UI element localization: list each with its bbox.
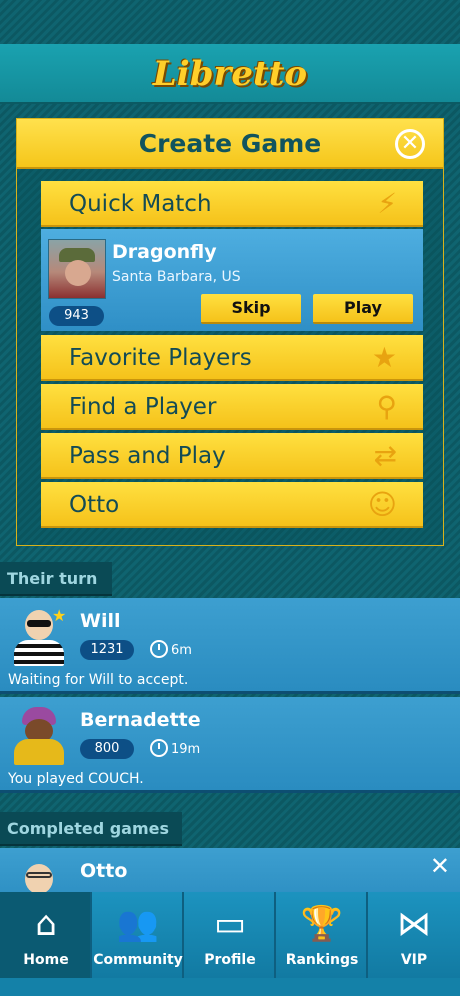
tab-label: Home	[23, 952, 69, 968]
play-button[interactable]: Play	[313, 294, 413, 324]
favorite-players-label: Favorite Players	[69, 345, 252, 371]
house-icon: ⌂	[35, 904, 57, 944]
clock-icon	[150, 640, 168, 658]
bowtie-icon: ⋈	[397, 904, 431, 944]
game-row-will[interactable]: ★ Will 1231 6m Waiting for Will to accep…	[0, 598, 460, 694]
avatar	[12, 707, 66, 765]
tab-vip[interactable]: ⋈ VIP	[368, 892, 460, 978]
close-icon[interactable]: ✕	[395, 129, 425, 159]
avatar-body	[14, 640, 64, 666]
favorite-players-option[interactable]: Favorite Players ★	[41, 335, 423, 381]
dismiss-icon[interactable]: ✕	[430, 852, 450, 880]
magnifier-icon: ⚲	[376, 390, 397, 423]
pass-and-play-label: Pass and Play	[69, 443, 226, 469]
opponent-location: Santa Barbara, US	[112, 269, 241, 285]
face-shape	[65, 260, 91, 286]
otto-option[interactable]: Otto ☺	[41, 482, 423, 528]
mask-icon	[27, 620, 51, 627]
opponent-rating-badge: 943	[49, 306, 104, 326]
tab-label: VIP	[400, 952, 428, 968]
game-status: You played COUCH.	[8, 771, 144, 787]
people-icon: 👥	[116, 904, 160, 944]
bottom-tab-bar: ⌂ Home 👥 Community ▭ Profile 🏆 Rankings …	[0, 892, 460, 996]
game-status: Waiting for Will to accept.	[8, 672, 189, 688]
tab-rankings[interactable]: 🏆 Rankings	[276, 892, 368, 978]
avatar-head	[25, 864, 53, 894]
tab-community[interactable]: 👥 Community	[92, 892, 184, 978]
glasses-icon	[26, 872, 52, 878]
quick-match-option[interactable]: Quick Match ⚡	[41, 181, 423, 227]
app-logo: Libretto	[152, 54, 308, 94]
player-rating-badge: 1231	[80, 640, 134, 660]
find-player-label: Find a Player	[69, 394, 217, 420]
completed-games-heading: Completed games	[0, 812, 182, 846]
otto-label: Otto	[69, 492, 120, 518]
game-row-bernadette[interactable]: Bernadette 800 19m You played COUCH.	[0, 697, 460, 793]
star-icon: ★	[371, 341, 397, 374]
clock-icon	[150, 739, 168, 757]
opponent-name: Dragonfly	[112, 241, 217, 263]
avatar-body	[14, 739, 64, 765]
player-rating-badge: 800	[80, 739, 134, 759]
create-game-panel: Create Game ✕ Quick Match ⚡ Dragonfly Sa…	[16, 118, 444, 546]
create-game-header: Create Game ✕	[17, 119, 443, 169]
skip-button[interactable]: Skip	[201, 294, 301, 324]
tab-home[interactable]: ⌂ Home	[0, 892, 92, 978]
avatar	[48, 239, 106, 299]
elapsed-time: 6m	[171, 643, 192, 658]
trophy-icon: 🏆	[300, 904, 344, 944]
tab-label: Community	[93, 952, 183, 968]
their-turn-heading: Their turn	[0, 562, 112, 596]
status-bar-area	[0, 0, 460, 44]
player-name: Otto	[80, 860, 128, 882]
app-header: Libretto	[0, 44, 460, 104]
quick-match-card: Dragonfly Santa Barbara, US 943 Skip Pla…	[41, 229, 423, 331]
robot-person-icon: ☺	[367, 488, 397, 521]
player-name: Will	[80, 610, 121, 632]
find-player-option[interactable]: Find a Player ⚲	[41, 384, 423, 430]
create-game-title: Create Game	[138, 129, 322, 158]
player-name: Bernadette	[80, 709, 201, 731]
tab-label: Rankings	[285, 952, 359, 968]
pass-and-play-option[interactable]: Pass and Play ⇄	[41, 433, 423, 479]
favorite-star-icon: ★	[52, 606, 67, 625]
lightning-icon: ⚡	[377, 187, 397, 220]
quick-match-label: Quick Match	[69, 191, 212, 217]
tab-profile[interactable]: ▭ Profile	[184, 892, 276, 978]
tab-label: Profile	[204, 952, 256, 968]
elapsed-time: 19m	[171, 742, 201, 757]
id-card-icon: ▭	[213, 904, 247, 944]
swap-arrows-icon: ⇄	[373, 439, 397, 472]
